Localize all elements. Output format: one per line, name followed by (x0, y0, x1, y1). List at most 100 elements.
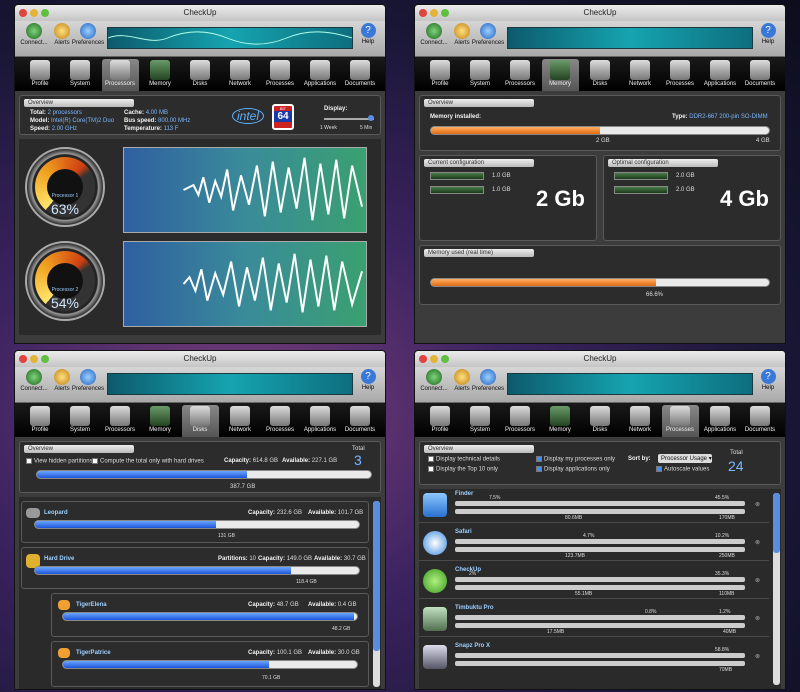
tab-memory[interactable]: Memory (142, 59, 179, 91)
minimize-button[interactable] (430, 9, 438, 17)
tab-profile[interactable]: Profile (422, 405, 459, 437)
preferences-button[interactable]: Preferences (471, 23, 505, 46)
activity-waveform (507, 27, 753, 49)
sort-by-dropdown[interactable]: Processor Usage ▾ (658, 454, 712, 463)
preferences-button[interactable]: Preferences (71, 369, 105, 392)
my-processes-checkbox[interactable]: Display my processes only (536, 456, 615, 463)
tab-memory[interactable]: Memory (142, 405, 179, 437)
tab-applications[interactable]: Applications (302, 59, 339, 91)
tab-system[interactable]: System (62, 59, 99, 91)
intel-logo: intel (232, 108, 265, 124)
help-button[interactable]: ? Help (357, 369, 379, 391)
disk-icon (190, 60, 210, 80)
memory-module-icon (614, 172, 668, 180)
process-close-icon[interactable]: ⊗ (755, 501, 760, 508)
system-x-icon (470, 406, 490, 426)
preferences-button[interactable]: Preferences (71, 23, 105, 46)
tab-processors[interactable]: Processors (502, 405, 539, 437)
memory-type: DDR2-667 200-pin SO-DIMM (689, 114, 768, 120)
close-button[interactable] (419, 9, 427, 17)
help-button[interactable]: ? Help (357, 23, 379, 45)
preferences-icon (480, 23, 496, 39)
tab-processors[interactable]: Processors (101, 59, 139, 91)
process-row[interactable]: Snapz Pro X 58.8% 70MB ⊗ (419, 641, 769, 675)
zoom-button[interactable] (41, 355, 49, 363)
tab-processes[interactable]: Processes (662, 59, 699, 91)
tab-processors[interactable]: Processors (102, 405, 139, 437)
zoom-button[interactable] (41, 9, 49, 17)
process-row[interactable]: Safari 4.7% 10.2% 123.7MB 250MB ⊗ (419, 527, 769, 561)
tab-system[interactable]: System (62, 405, 99, 437)
alerts-icon (54, 369, 70, 385)
tab-disks[interactable]: Disks (182, 59, 219, 91)
process-close-icon[interactable]: ⊗ (755, 653, 760, 660)
tab-memory[interactable]: Memory (541, 59, 579, 91)
zoom-button[interactable] (441, 355, 449, 363)
tab-network[interactable]: Network (622, 405, 659, 437)
tab-disks[interactable]: Disks (582, 59, 619, 91)
tab-processes[interactable]: Processes (262, 59, 299, 91)
partition-item[interactable]: TigerElena Capacity: 48.7 GB Available: … (51, 593, 369, 637)
cpu-total: 2 processors (47, 110, 82, 116)
applications-only-checkbox[interactable]: Display applications only (536, 466, 610, 473)
tab-applications[interactable]: Applications (702, 59, 739, 91)
apple-icon (30, 406, 50, 426)
process-close-icon[interactable]: ⊗ (755, 615, 760, 622)
tab-documents[interactable]: Documents (742, 405, 779, 437)
display-slider[interactable] (324, 115, 374, 121)
close-button[interactable] (419, 355, 427, 363)
disks-list: Leopard Capacity: 232.6 GB Available: 10… (19, 497, 381, 689)
apple-icon (30, 60, 50, 80)
preferences-button[interactable]: Preferences (471, 369, 505, 392)
tab-disks[interactable]: Disks (582, 405, 619, 437)
processor-icon (510, 60, 530, 80)
tab-network[interactable]: Network (622, 59, 659, 91)
tab-profile[interactable]: Profile (422, 59, 459, 91)
memory-icon (150, 406, 170, 426)
process-close-icon[interactable]: ⊗ (755, 539, 760, 546)
tab-documents[interactable]: Documents (742, 59, 779, 91)
close-button[interactable] (19, 355, 27, 363)
autoscale-checkbox[interactable]: Autoscale values (656, 466, 709, 473)
minimize-button[interactable] (30, 355, 38, 363)
tab-network[interactable]: Network (222, 405, 259, 437)
tab-applications[interactable]: Applications (702, 405, 739, 437)
process-row[interactable]: CheckUp 2% 35.3% 55.1MB 110MB ⊗ (419, 565, 769, 599)
help-button[interactable]: ? Help (757, 369, 779, 391)
tab-system[interactable]: System (462, 59, 499, 91)
tab-applications[interactable]: Applications (302, 405, 339, 437)
process-row[interactable]: Timbuktu Pro 0.8% 1.2% 17.5MB 40MB ⊗ (419, 603, 769, 637)
minimize-button[interactable] (430, 355, 438, 363)
tab-profile[interactable]: Profile (22, 59, 59, 91)
memory-icon (550, 60, 570, 80)
tab-processes[interactable]: Processes (661, 405, 699, 437)
disk-item[interactable]: Hard Drive Partitions: 10 Capacity: 149.… (21, 547, 369, 589)
help-button[interactable]: ? Help (757, 23, 779, 45)
compute-hard-drives-checkbox[interactable]: Compute the total only with hard drives (92, 458, 204, 465)
tab-memory[interactable]: Memory (542, 405, 579, 437)
process-close-icon[interactable]: ⊗ (755, 577, 760, 584)
close-button[interactable] (19, 9, 27, 17)
partition-icon (58, 648, 70, 658)
disks-scrollbar[interactable] (373, 501, 380, 687)
tab-processes[interactable]: Processes (262, 405, 299, 437)
tab-profile[interactable]: Profile (22, 405, 59, 437)
gears-icon (270, 406, 290, 426)
partition-item[interactable]: TigerPatrice Capacity: 100.1 GB Availabl… (51, 641, 369, 687)
top10-checkbox[interactable]: Display the Top 10 only (428, 466, 498, 473)
disk-item[interactable]: Leopard Capacity: 232.6 GB Available: 10… (21, 501, 369, 543)
technical-details-checkbox[interactable]: Display technical details (428, 456, 500, 463)
zoom-button[interactable] (441, 9, 449, 17)
minimize-button[interactable] (30, 9, 38, 17)
64bit-badge: BIT 64 (272, 104, 294, 130)
view-hidden-partitions-checkbox[interactable]: View hidden partitions (26, 458, 93, 465)
process-list-scrollbar[interactable] (773, 493, 780, 685)
tab-system[interactable]: System (462, 405, 499, 437)
tab-documents[interactable]: Documents (342, 405, 379, 437)
process-row[interactable]: Finder 7.5% 45.5% 80.6MB 170MB ⊗ (419, 489, 769, 523)
tab-documents[interactable]: Documents (342, 59, 379, 91)
tab-disks[interactable]: Disks (181, 405, 219, 437)
tab-processors[interactable]: Processors (502, 59, 539, 91)
processor1-graph (123, 147, 367, 233)
tab-network[interactable]: Network (222, 59, 259, 91)
